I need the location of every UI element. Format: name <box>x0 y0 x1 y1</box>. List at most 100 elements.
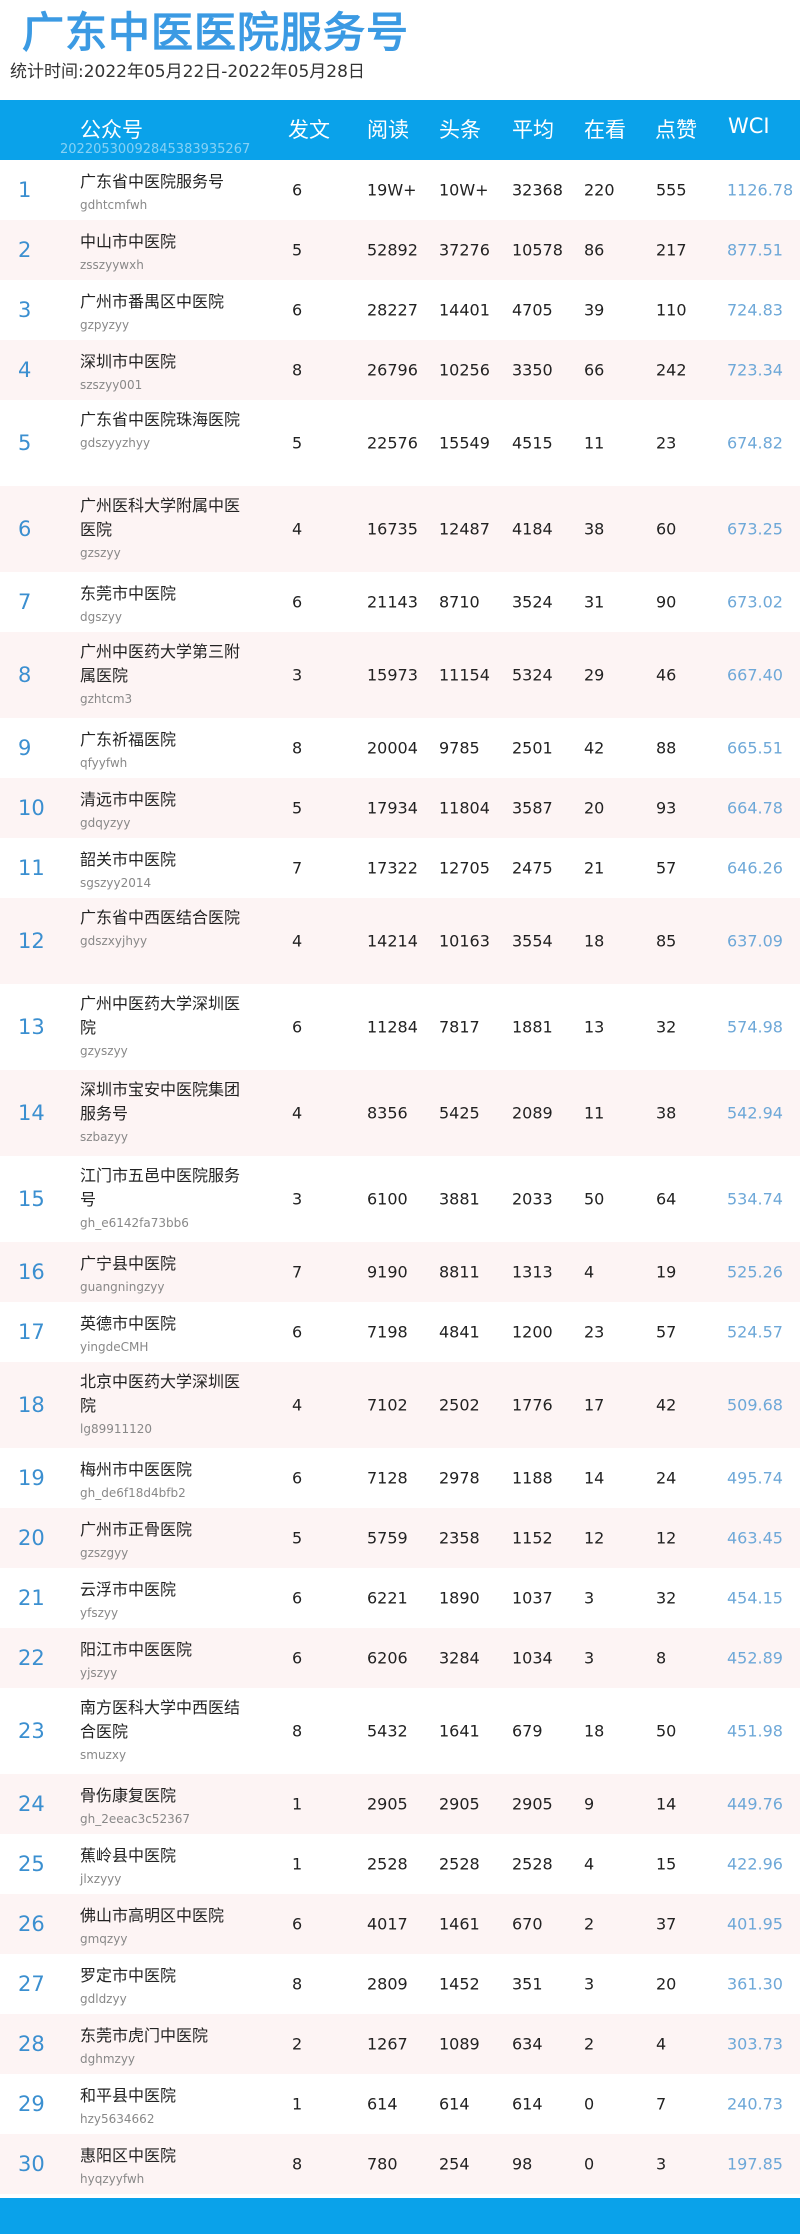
cell-watching: 38 <box>584 519 605 539</box>
header-reads: 阅读 <box>367 118 409 142</box>
cell-likes: 110 <box>656 300 687 320</box>
cell-wci: 524.57 <box>727 1322 783 1342</box>
cell-wci: 646.26 <box>727 858 783 878</box>
account-cell[interactable]: 韶关市中医院 sgszyy2014 <box>80 848 240 891</box>
account-cell[interactable]: 和平县中医院 hzy5634662 <box>80 2084 240 2127</box>
account-id: dghmzyy <box>80 2052 136 2066</box>
account-cell[interactable]: 清远市中医院 gdqyzyy <box>80 788 240 831</box>
cell-watching: 9 <box>584 1794 595 1814</box>
cell-watching: 14 <box>584 1468 605 1488</box>
table-row: 8 广州中医药大学第三附属医院 gzhtcm3 3 15973 11154 5324 29 46… <box>0 632 800 718</box>
account-id: hzy5634662 <box>80 2112 155 2126</box>
cell-wci: 240.73 <box>727 2094 783 2114</box>
account-cell[interactable]: 英德市中医院 yingdeCMH <box>80 1312 240 1355</box>
cell-posts: 6 <box>292 1017 303 1037</box>
table-row: 30 惠阳区中医院 hyqzyyfwh 8 780 254 98 0 3 197.85 <box>0 2134 800 2194</box>
account-cell[interactable]: 广州市正骨医院 gzszgyy <box>80 1518 240 1561</box>
cell-watching: 3 <box>584 1588 595 1608</box>
ranking-table: 1 广东省中医院服务号 gdhtcmfwh 6 19W+ 10W+ 32368 220 555 1… <box>0 160 800 2194</box>
cell-posts: 7 <box>292 858 303 878</box>
account-id: smuzxy <box>80 1748 127 1762</box>
table-row: 6 广州医科大学附属中医医院 gzszyy 4 16735 12487 4184 38 60 67… <box>0 486 800 572</box>
row-rank: 12 <box>18 929 45 953</box>
account-cell[interactable]: 蕉岭县中医院 jlxzyyy <box>80 1844 240 1887</box>
cell-watching: 220 <box>584 180 615 200</box>
cell-wci: 723.34 <box>727 360 783 380</box>
account-cell[interactable]: 广州中医药大学深圳医院 gzyszyy <box>80 992 240 1059</box>
account-cell[interactable]: 中山市中医院 zsszyywxh <box>80 230 240 273</box>
cell-likes: 32 <box>656 1017 677 1037</box>
cell-reads: 2905 <box>367 1794 408 1814</box>
account-id: yingdeCMH <box>80 1340 149 1354</box>
cell-posts: 7 <box>292 1262 303 1282</box>
cell-posts: 8 <box>292 738 303 758</box>
account-cell[interactable]: 佛山市高明区中医院 gmqzyy <box>80 1904 240 1947</box>
account-cell[interactable]: 惠阳区中医院 hyqzyyfwh <box>80 2144 240 2187</box>
row-rank: 30 <box>18 2152 45 2176</box>
account-cell[interactable]: 骨伤康复医院 gh_2eeac3c52367 <box>80 1784 240 1827</box>
cell-watching: 0 <box>584 2094 595 2114</box>
cell-headline: 7817 <box>439 1017 480 1037</box>
account-cell[interactable]: 广州中医药大学第三附属医院 gzhtcm3 <box>80 640 240 707</box>
account-cell[interactable]: 深圳市宝安中医院集团服务号 szbazyy <box>80 1078 240 1145</box>
account-cell[interactable]: 广东省中西医结合医院 gdszxyjhyy <box>80 906 240 949</box>
cell-wci: 495.74 <box>727 1468 783 1488</box>
cell-likes: 8 <box>656 1648 667 1668</box>
cell-wci: 674.82 <box>727 433 783 453</box>
cell-posts: 6 <box>292 300 303 320</box>
cell-reads: 6100 <box>367 1189 408 1209</box>
cell-likes: 90 <box>656 592 677 612</box>
table-row: 15 江门市五邑中医院服务号 gh_e6142fa73bb6 3 6100 3881 203… <box>0 1156 800 1242</box>
cell-wci: 197.85 <box>727 2154 783 2174</box>
table-header: 公众号 20220530092845383935267 发文 阅读 头条 平均 … <box>0 100 800 160</box>
account-cell[interactable]: 北京中医药大学深圳医院 lg89911120 <box>80 1370 240 1437</box>
row-rank: 20 <box>18 1526 45 1550</box>
account-cell[interactable]: 广宁县中医院 guangningzyy <box>80 1252 240 1295</box>
cell-posts: 6 <box>292 1914 303 1934</box>
cell-headline: 12487 <box>439 519 490 539</box>
cell-headline: 8710 <box>439 592 480 612</box>
cell-avg: 1313 <box>512 1262 553 1282</box>
account-cell[interactable]: 阳江市中医医院 yjszyy <box>80 1638 240 1681</box>
row-rank: 2 <box>18 238 32 262</box>
cell-reads: 22576 <box>367 433 418 453</box>
account-cell[interactable]: 广东省中医院珠海医院 gdszyyzhyy <box>80 408 240 451</box>
account-name: 广东省中医院珠海医院 <box>80 410 241 429</box>
account-cell[interactable]: 深圳市中医院 szszyy001 <box>80 350 240 393</box>
cell-wci: 665.51 <box>727 738 783 758</box>
cell-likes: 93 <box>656 798 677 818</box>
row-rank: 27 <box>18 1972 45 1996</box>
account-cell[interactable]: 梅州市中医医院 gh_de6f18d4bfb2 <box>80 1458 240 1501</box>
table-row: 10 清远市中医院 gdqyzyy 5 17934 11804 3587 20 93 664.78 <box>0 778 800 838</box>
row-rank: 4 <box>18 358 32 382</box>
account-cell[interactable]: 广东祈福医院 qfyyfwh <box>80 728 240 771</box>
account-cell[interactable]: 东莞市中医院 dgszyy <box>80 582 240 625</box>
cell-headline: 1890 <box>439 1588 480 1608</box>
cell-wci: 664.78 <box>727 798 783 818</box>
cell-posts: 4 <box>292 1395 303 1415</box>
cell-likes: 64 <box>656 1189 677 1209</box>
account-name: 北京中医药大学深圳医院 <box>80 1372 241 1415</box>
cell-watching: 86 <box>584 240 605 260</box>
account-cell[interactable]: 云浮市中医院 yfszyy <box>80 1578 240 1621</box>
account-cell[interactable]: 江门市五邑中医院服务号 gh_e6142fa73bb6 <box>80 1164 240 1231</box>
cell-watching: 18 <box>584 1721 605 1741</box>
header-account: 公众号 <box>80 118 143 142</box>
account-cell[interactable]: 广州市番禺区中医院 gzpyzyy <box>80 290 240 333</box>
account-name: 阳江市中医医院 <box>80 1640 193 1659</box>
cell-wci: 667.40 <box>727 665 783 685</box>
cell-wci: 454.15 <box>727 1588 783 1608</box>
account-name: 云浮市中医院 <box>80 1580 177 1599</box>
stats-period: 统计时间:2022年05月22日-2022年05月28日 <box>10 62 365 82</box>
account-cell[interactable]: 广东省中医院服务号 gdhtcmfwh <box>80 170 240 213</box>
account-cell[interactable]: 广州医科大学附属中医医院 gzszyy <box>80 494 240 561</box>
cell-reads: 20004 <box>367 738 418 758</box>
account-name: 广州市正骨医院 <box>80 1520 193 1539</box>
account-name: 梅州市中医医院 <box>80 1460 193 1479</box>
account-cell[interactable]: 南方医科大学中西医结合医院 smuzxy <box>80 1696 240 1763</box>
cell-likes: 4 <box>656 2034 667 2054</box>
cell-headline: 12705 <box>439 858 490 878</box>
cell-avg: 1776 <box>512 1395 553 1415</box>
account-cell[interactable]: 东莞市虎门中医院 dghmzyy <box>80 2024 240 2067</box>
account-cell[interactable]: 罗定市中医院 gdldzyy <box>80 1964 240 2007</box>
